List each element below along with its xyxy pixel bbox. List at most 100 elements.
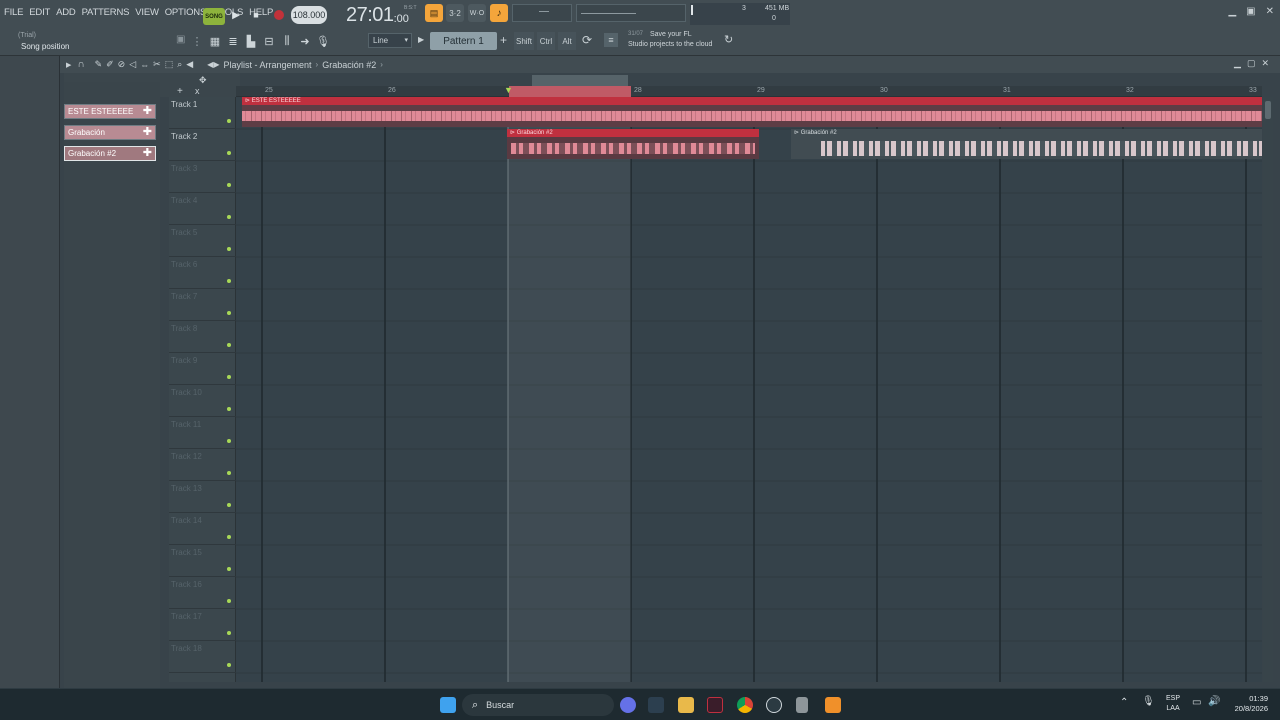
track-led-icon[interactable] — [227, 375, 231, 379]
minimize-icon[interactable]: ▁ — [1228, 6, 1236, 17]
track-header[interactable]: Track 14 — [169, 513, 236, 545]
audio-clip[interactable]: ⊳ ESTE ESTEEEEE — [242, 97, 1262, 127]
tray-chevron-icon[interactable]: ⌃ — [1120, 697, 1128, 708]
browser-icon[interactable]: ⊟ — [260, 32, 278, 50]
shift-key-button[interactable]: Shift — [514, 32, 534, 50]
track-header[interactable]: Track 2 — [169, 129, 236, 161]
menu-file[interactable]: FILE — [4, 7, 23, 18]
track-header[interactable]: Track 12 — [169, 449, 236, 481]
search-box[interactable]: ⌕ Buscar — [462, 694, 614, 716]
cloud-icon[interactable]: ⟳ — [582, 33, 592, 47]
menu-patterns[interactable]: PATTERNS — [82, 7, 130, 18]
channel-rack-icon[interactable]: ▦ — [206, 32, 224, 50]
metronome-icon[interactable]: ♪ — [490, 4, 508, 22]
mixer-icon[interactable]: ⋮ — [188, 32, 206, 50]
plugin-icon[interactable]: ⫼ — [278, 32, 296, 50]
picker-clip[interactable]: Grabación ✚ — [64, 125, 156, 140]
track-led-icon[interactable] — [227, 279, 231, 283]
alt-key-button[interactable]: Alt — [558, 32, 576, 50]
microphone-app-icon[interactable] — [796, 697, 808, 713]
playback-tool-icon[interactable]: ◀ — [186, 59, 193, 70]
news-list-icon[interactable]: ≡ — [604, 33, 618, 47]
start-icon[interactable] — [440, 697, 456, 713]
playhead-marker-icon[interactable]: ▼ — [504, 85, 513, 95]
audio-clip[interactable]: ⊳ Grabación #2 — [507, 129, 759, 159]
track-header[interactable]: Track 9 — [169, 353, 236, 385]
arrangement-nav-icon[interactable]: ✥ — [199, 75, 207, 86]
language-indicator[interactable]: ESP LAA — [1166, 694, 1180, 714]
vertical-scrollbar[interactable] — [1263, 97, 1273, 682]
slice-tool-icon[interactable]: ✂ — [153, 59, 161, 70]
track-header[interactable]: Track 6 — [169, 257, 236, 289]
scroll-thumb[interactable] — [1265, 101, 1271, 119]
paint-tool-icon[interactable]: ✐ — [106, 59, 114, 70]
news-panel[interactable]: 31/07 Save your FL Studio projects to th… — [628, 31, 738, 51]
audio-clip[interactable]: ⊳ Grabación #2 — [791, 129, 1262, 159]
step-edit-icon[interactable]: 3·2 — [446, 4, 464, 22]
hint-lock-icon[interactable]: ▣ — [176, 34, 185, 45]
track-led-icon[interactable] — [227, 503, 231, 507]
discord-icon[interactable] — [620, 697, 636, 713]
slip-tool-icon[interactable]: ⇔ — [140, 60, 149, 70]
mute-tool-icon[interactable]: ◁ — [129, 59, 136, 70]
track-led-icon[interactable] — [227, 599, 231, 603]
arrangement-arrow-icon[interactable]: ◀▶ — [207, 60, 219, 69]
timeline-scrollbar[interactable] — [532, 75, 628, 86]
track-header[interactable]: Track 7 — [169, 289, 236, 321]
menu-edit[interactable]: EDIT — [29, 7, 50, 18]
delete-tool-icon[interactable]: ⊘ — [118, 59, 126, 70]
track-header[interactable]: Track 8 — [169, 321, 236, 353]
picker-clip[interactable]: ESTE ESTEEEEE ✚ — [64, 104, 156, 119]
menu-view[interactable]: VIEW — [135, 7, 159, 18]
video-editor-icon[interactable] — [707, 697, 723, 713]
track-led-icon[interactable] — [227, 535, 231, 539]
network-icon[interactable]: ▭ — [1192, 697, 1201, 708]
typing-keyboard-icon[interactable]: ▤ — [425, 4, 443, 22]
track-led-icon[interactable] — [227, 119, 231, 123]
track-led-icon[interactable] — [227, 343, 231, 347]
track-header[interactable]: Track 10 — [169, 385, 236, 417]
delete-track-icon[interactable]: x — [195, 86, 200, 96]
chrome-icon[interactable] — [737, 697, 753, 713]
playlist-grid[interactable]: ⊳ ESTE ESTEEEEE ⊳ Grabación #2 ⊳ Grabaci… — [236, 97, 1262, 682]
track-led-icon[interactable] — [227, 567, 231, 571]
pattern-prev-icon[interactable]: ▶ — [418, 35, 424, 44]
track-led-icon[interactable] — [227, 663, 231, 667]
track-led-icon[interactable] — [227, 183, 231, 187]
menu-add[interactable]: ADD — [56, 7, 76, 18]
piano-roll-icon[interactable]: ▙ — [242, 32, 260, 50]
track-header[interactable]: Track 3 — [169, 161, 236, 193]
track-led-icon[interactable] — [227, 471, 231, 475]
song-time-display[interactable]: 27:01 :00 B:S:T — [346, 3, 417, 27]
play-button[interactable]: ▶ — [228, 6, 244, 24]
magnet-icon[interactable]: ∩ — [77, 59, 84, 70]
file-explorer-icon[interactable] — [678, 697, 694, 713]
arrow-right-icon[interactable]: ➜ — [296, 32, 314, 50]
zoom-tool-icon[interactable]: ⌕ — [177, 59, 182, 70]
tray-mic-icon[interactable]: 🎙 — [1142, 696, 1155, 707]
track-led-icon[interactable] — [227, 407, 231, 411]
track-header[interactable]: Track 17 — [169, 609, 236, 641]
pattern-selector[interactable]: Pattern 1 — [430, 32, 497, 50]
track-led-icon[interactable] — [227, 247, 231, 251]
track-header[interactable]: Track 5 — [169, 225, 236, 257]
playlist-icon[interactable]: ≣ — [224, 32, 242, 50]
stop-button[interactable]: ■ — [248, 6, 264, 24]
track-header[interactable]: Track 18 — [169, 641, 236, 673]
record-button[interactable] — [270, 6, 288, 24]
add-track-icon[interactable]: + — [177, 86, 183, 97]
select-tool-icon[interactable]: ⬚ — [165, 59, 174, 70]
track-header[interactable]: Track 11 — [169, 417, 236, 449]
snap-selector[interactable]: Line ▾ — [368, 33, 412, 48]
restore-icon[interactable]: ▣ — [1246, 6, 1255, 17]
master-volume-slider[interactable] — [576, 4, 686, 22]
track-led-icon[interactable] — [227, 151, 231, 155]
add-pattern-icon[interactable]: + — [500, 33, 507, 47]
track-led-icon[interactable] — [227, 439, 231, 443]
track-header[interactable]: Track 4 — [169, 193, 236, 225]
refresh-icon[interactable]: ↻ — [724, 33, 733, 46]
wait-input-icon[interactable]: W·O — [468, 4, 486, 22]
song-mode-button[interactable]: SONG — [203, 8, 225, 25]
track-header[interactable]: Track 15 — [169, 545, 236, 577]
microphone-icon[interactable]: 🎙 — [314, 32, 332, 50]
